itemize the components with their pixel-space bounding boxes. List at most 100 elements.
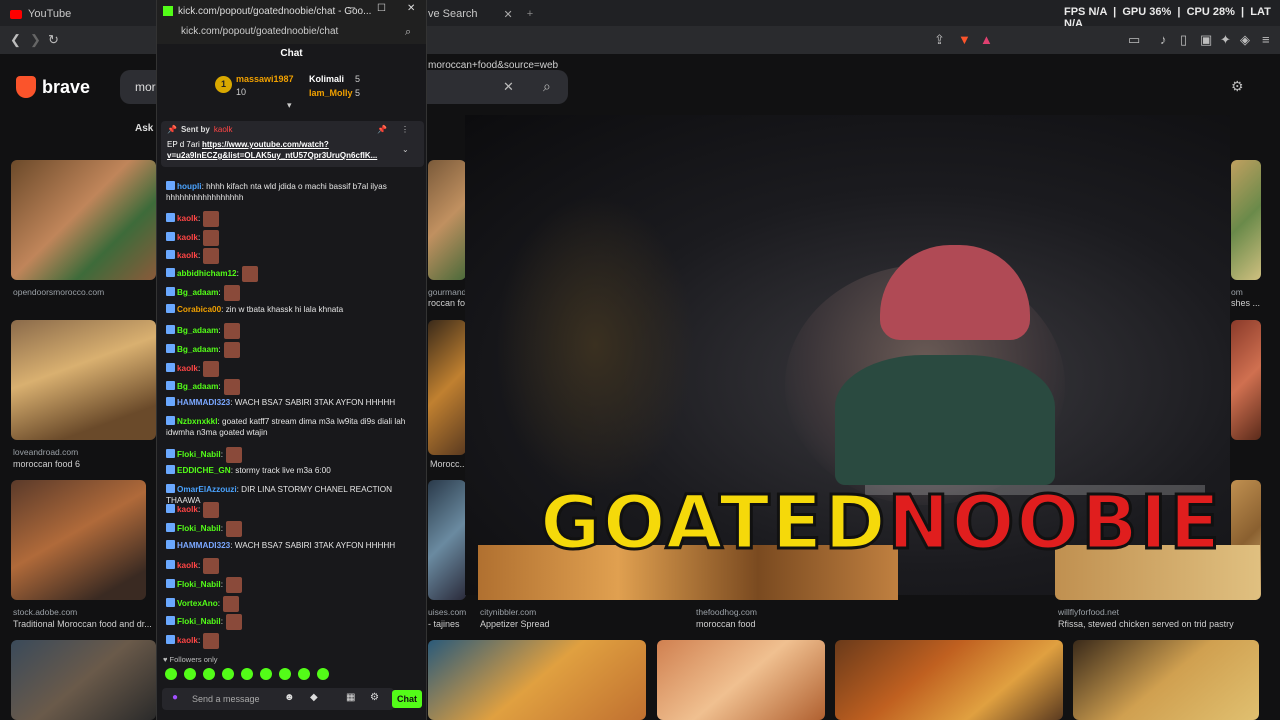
chat-message[interactable]: Floki_Nabil: — [166, 577, 421, 593]
maximize-icon[interactable]: ☐ — [377, 3, 386, 14]
chat-username[interactable]: kaolk — [177, 364, 198, 373]
close-tab-icon[interactable]: ✕ — [504, 8, 513, 21]
tab-search[interactable]: ve Search ✕ + — [428, 3, 533, 25]
emote-icon[interactable] — [279, 668, 291, 680]
chat-username[interactable]: kaolk — [177, 561, 198, 570]
result-source[interactable]: uises.com — [428, 607, 466, 617]
chat-username[interactable]: OmarElAzzouzi — [177, 485, 237, 494]
reload-icon[interactable]: ↻ — [48, 32, 59, 48]
chat-username[interactable]: Nzbxnxkkl — [177, 417, 218, 426]
pinned-sender[interactable]: kaolk — [214, 125, 233, 134]
emote-icon[interactable] — [298, 668, 310, 680]
image-result[interactable] — [657, 640, 825, 720]
chat-message[interactable]: HAMMADI323: WACH BSA7 SABIRI 3TAK AYFON … — [166, 540, 421, 551]
chat-message[interactable]: Bg_adaam: — [166, 285, 421, 301]
emote-icon[interactable] — [241, 668, 253, 680]
result-title[interactable]: moroccan food 6 — [13, 459, 80, 469]
more-options-icon[interactable]: ⋮ — [401, 125, 409, 134]
back-icon[interactable]: ❮ — [10, 32, 21, 48]
chat-settings-gear-icon[interactable]: ⚙ — [370, 692, 379, 703]
chat-username[interactable]: Bg_adaam — [177, 288, 218, 297]
chat-message[interactable]: Floki_Nabil: — [166, 447, 421, 463]
chat-username[interactable]: Floki_Nabil — [177, 524, 221, 533]
forward-icon[interactable]: ❯ — [30, 32, 41, 48]
send-chat-button[interactable]: Chat — [392, 690, 422, 708]
share-icon[interactable]: ⇪ — [934, 32, 945, 48]
media-icon[interactable]: ▭ — [1128, 32, 1140, 48]
chat-username[interactable]: kaolk — [177, 251, 198, 260]
chat-message[interactable]: Bg_adaam: — [166, 379, 421, 395]
result-source[interactable]: opendoorsmorocco.com — [13, 287, 104, 297]
brave-shields-icon[interactable]: ▼ — [958, 32, 971, 47]
result-source[interactable]: Morocc... — [430, 459, 467, 469]
image-result[interactable] — [11, 640, 156, 720]
chat-username[interactable]: Floki_Nabil — [177, 580, 221, 589]
chat-message[interactable]: Nzbxnxkkl: goated katff7 stream dima m3a… — [166, 416, 421, 438]
chat-message[interactable]: kaolk: — [166, 502, 421, 518]
result-title[interactable]: - tajines — [428, 619, 460, 629]
chat-message[interactable]: houpli: hhhh kifach nta wld jdida o mach… — [166, 181, 421, 203]
chat-message[interactable]: kaolk: — [166, 558, 421, 574]
chat-message[interactable]: kaolk: — [166, 211, 421, 227]
image-result[interactable] — [1073, 640, 1259, 720]
chat-username[interactable]: houpli — [177, 182, 202, 191]
result-source[interactable]: stock.adobe.com — [13, 607, 77, 617]
result-title[interactable]: Traditional Moroccan food and dr... — [13, 619, 152, 629]
chat-username[interactable]: kaolk — [177, 636, 198, 645]
ai-icon[interactable]: ✦ — [1220, 32, 1231, 48]
settings-gear-icon[interactable]: ⚙ — [1231, 78, 1244, 95]
chevron-down-icon[interactable]: ⌄ — [402, 145, 409, 154]
brave-logo[interactable]: brave — [16, 76, 90, 98]
search-icon[interactable]: ⌕ — [405, 26, 411, 39]
chat-username[interactable]: HAMMADI323 — [177, 398, 230, 407]
result-source[interactable]: thefoodhog.com — [696, 607, 757, 617]
chat-message[interactable]: kaolk: — [166, 633, 421, 649]
result-title[interactable]: roccan foo — [428, 298, 470, 308]
image-result[interactable] — [1231, 320, 1261, 440]
image-result[interactable] — [428, 640, 646, 720]
chat-username[interactable]: Bg_adaam — [177, 345, 218, 354]
gift-leaderboard[interactable]: 1 massawi1987 10 Kolimali 5 Iam_Molly 5 … — [157, 68, 428, 110]
rewards-icon[interactable]: ▲ — [980, 32, 993, 47]
chat-username[interactable]: Corabica00 — [177, 305, 221, 314]
chat-message[interactable]: Bg_adaam: — [166, 342, 421, 358]
result-title[interactable]: moroccan food — [696, 619, 756, 629]
result-source[interactable]: gourmand — [428, 287, 466, 297]
chat-username[interactable]: Floki_Nabil — [177, 450, 221, 459]
ask-tab[interactable]: Ask — [135, 123, 153, 134]
chat-username[interactable]: EDDICHE_GN — [177, 466, 231, 475]
result-title[interactable]: Rfissa, stewed chicken served on trid pa… — [1058, 619, 1234, 629]
emote-icon[interactable] — [222, 668, 234, 680]
emote-icon[interactable] — [165, 668, 177, 680]
chat-message[interactable]: abbidhicham12: — [166, 266, 421, 282]
image-result[interactable] — [428, 480, 466, 600]
new-tab-icon[interactable]: + — [527, 8, 533, 20]
store-icon[interactable]: ▦ — [346, 692, 355, 703]
result-source[interactable]: om — [1231, 287, 1243, 297]
unpin-icon[interactable]: 📌 — [377, 125, 387, 134]
image-result[interactable] — [11, 480, 146, 600]
tip-icon[interactable]: ◆ — [310, 692, 318, 703]
chat-message[interactable]: Corabica00: zin w tbata khassk hi lala k… — [166, 304, 421, 315]
pinned-message[interactable]: 📌 Sent by kaolk 📌 ⋮ EP d 7ari https://ww… — [161, 121, 424, 167]
chat-message[interactable]: kaolk: — [166, 230, 421, 246]
image-result[interactable] — [1231, 160, 1261, 280]
chat-message-input[interactable]: Send a message — [162, 688, 394, 710]
search-icon[interactable]: ⌕ — [543, 78, 551, 95]
leaderboard-user[interactable]: Kolimali — [309, 74, 344, 84]
chat-message[interactable]: Floki_Nabil: — [166, 614, 421, 630]
clear-search-icon[interactable]: ✕ — [503, 79, 514, 95]
music-icon[interactable]: ♪ — [1160, 32, 1167, 47]
chat-message[interactable]: HAMMADI323: WACH BSA7 SABIRI 3TAK AYFON … — [166, 397, 421, 408]
image-result[interactable] — [428, 320, 466, 455]
minimize-icon[interactable]: ─ — [348, 3, 355, 14]
chat-message[interactable]: kaolk: — [166, 248, 421, 264]
result-title[interactable]: Appetizer Spread — [480, 619, 550, 629]
mic-icon[interactable]: ● — [172, 692, 178, 703]
image-result[interactable] — [11, 320, 156, 440]
emote-icon[interactable] — [184, 668, 196, 680]
chat-username[interactable]: HAMMADI323 — [177, 541, 230, 550]
image-result[interactable] — [428, 160, 466, 280]
menu-icon[interactable]: ≡ — [1262, 32, 1270, 47]
image-result[interactable] — [835, 640, 1063, 720]
